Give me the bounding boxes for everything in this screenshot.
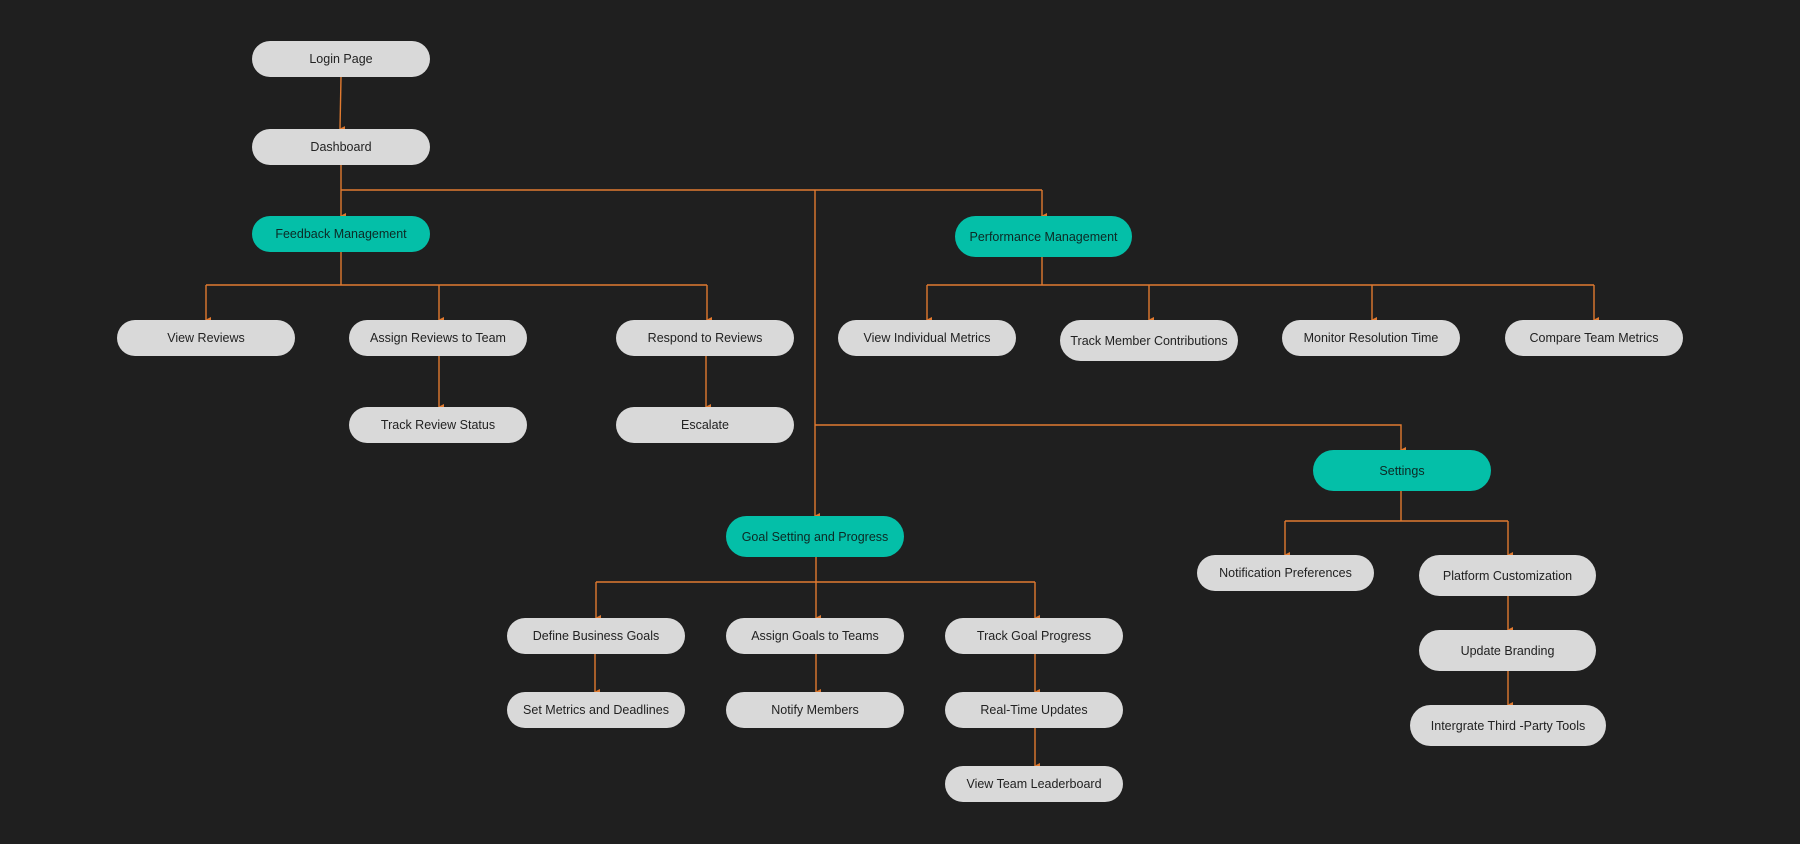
- node-update-branding[interactable]: Update Branding: [1419, 630, 1596, 671]
- node-track-goal-progress[interactable]: Track Goal Progress: [945, 618, 1123, 654]
- node-escalate[interactable]: Escalate: [616, 407, 794, 443]
- node-set-metrics-deadlines[interactable]: Set Metrics and Deadlines: [507, 692, 685, 728]
- node-view-reviews[interactable]: View Reviews: [117, 320, 295, 356]
- node-performance-management[interactable]: Performance Management: [955, 216, 1132, 257]
- node-assign-goals[interactable]: Assign Goals to Teams: [726, 618, 904, 654]
- node-settings[interactable]: Settings: [1313, 450, 1491, 491]
- node-track-member-contributions[interactable]: Track Member Contributions: [1060, 320, 1238, 361]
- connector-feedback-bus: [206, 251, 707, 286]
- node-notification-preferences[interactable]: Notification Preferences: [1197, 555, 1374, 591]
- node-platform-customization[interactable]: Platform Customization: [1419, 555, 1596, 596]
- node-login-page[interactable]: Login Page: [252, 41, 430, 77]
- node-respond-reviews[interactable]: Respond to Reviews: [616, 320, 794, 356]
- node-dashboard[interactable]: Dashboard: [252, 129, 430, 165]
- node-define-business-goals[interactable]: Define Business Goals: [507, 618, 685, 654]
- node-track-review-status[interactable]: Track Review Status: [349, 407, 527, 443]
- connector-login-dashboard: [339, 76, 346, 133]
- node-monitor-resolution-time[interactable]: Monitor Resolution Time: [1282, 320, 1460, 356]
- connector-to-settings: [815, 424, 1406, 453]
- node-compare-team-metrics[interactable]: Compare Team Metrics: [1505, 320, 1683, 356]
- connector-goal-bus: [596, 556, 1035, 583]
- flowchart-canvas: Login Page Dashboard Feedback Management…: [0, 0, 1800, 844]
- node-real-time-updates[interactable]: Real-Time Updates: [945, 692, 1123, 728]
- node-view-individual-metrics[interactable]: View Individual Metrics: [838, 320, 1016, 356]
- node-goal-setting[interactable]: Goal Setting and Progress: [726, 516, 904, 557]
- connector-settings-bus: [1285, 491, 1508, 522]
- node-feedback-management[interactable]: Feedback Management: [252, 216, 430, 252]
- node-notify-members[interactable]: Notify Members: [726, 692, 904, 728]
- node-integrate-third-party[interactable]: Intergrate Third -Party Tools: [1410, 705, 1606, 746]
- connector-performance-bus: [927, 256, 1594, 286]
- node-view-team-leaderboard[interactable]: View Team Leaderboard: [945, 766, 1123, 802]
- node-assign-reviews[interactable]: Assign Reviews to Team: [349, 320, 527, 356]
